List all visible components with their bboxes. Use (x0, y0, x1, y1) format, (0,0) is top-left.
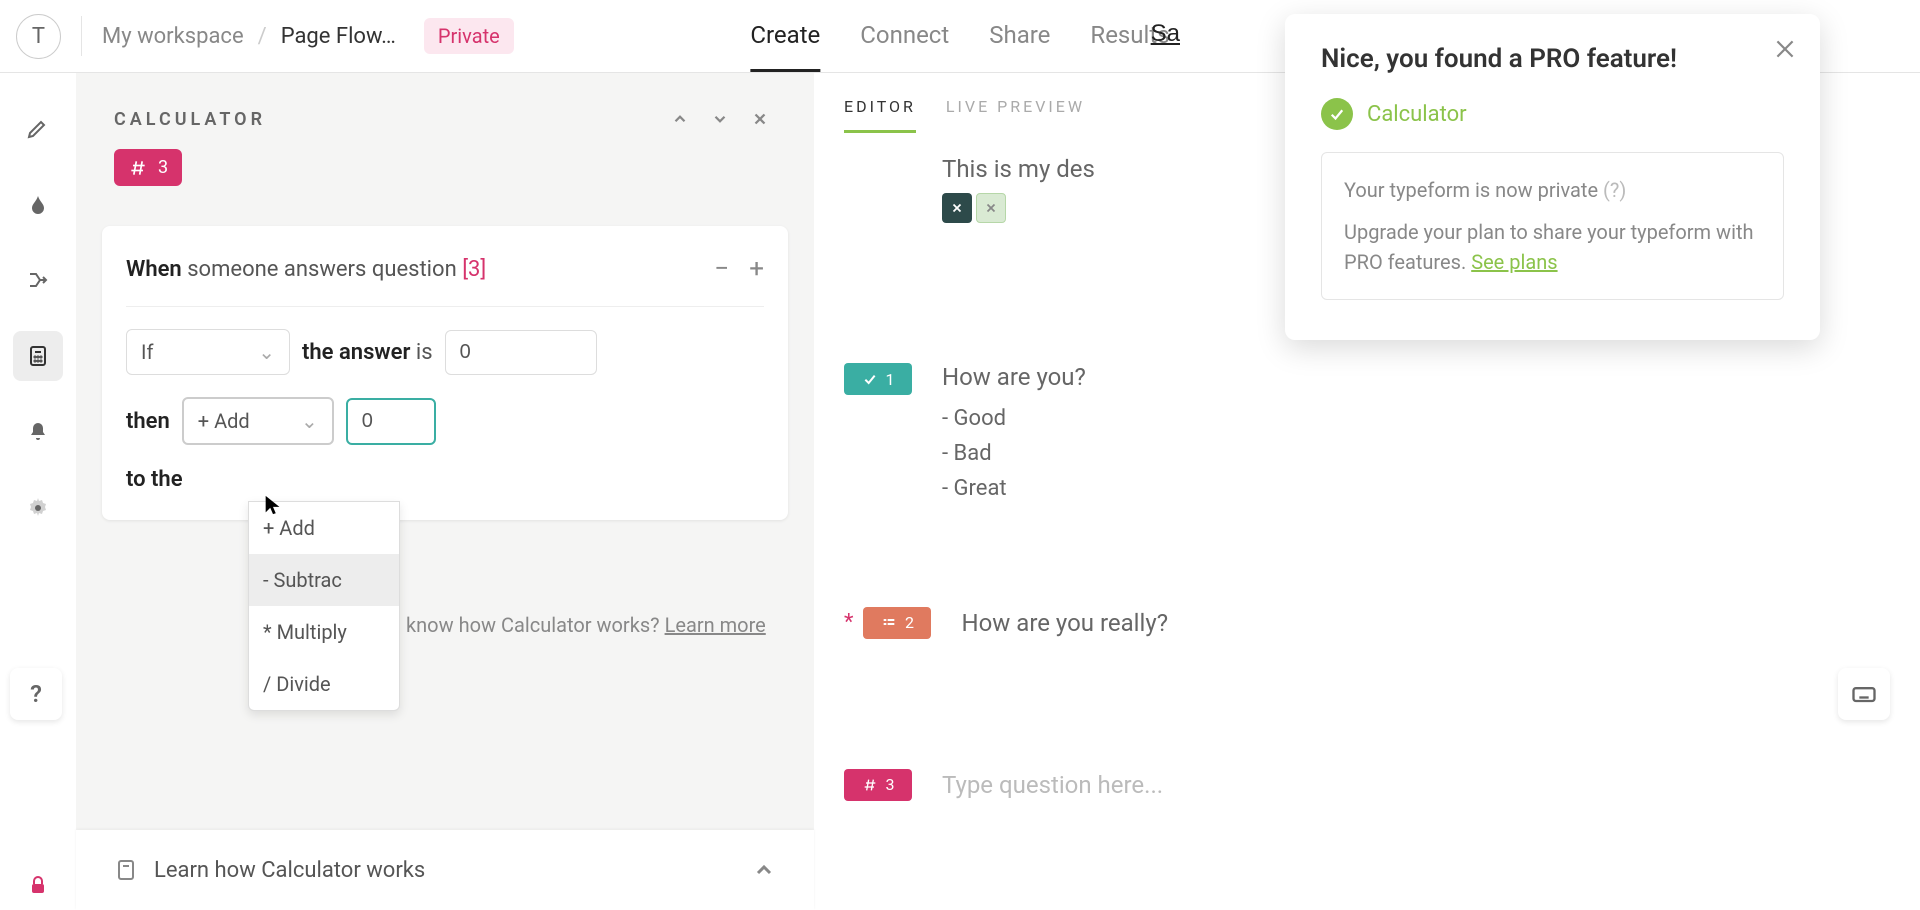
close-icon[interactable] (1772, 36, 1798, 66)
question-3-placeholder[interactable]: Type question here... (942, 771, 1890, 799)
question-badge-3[interactable]: 3 (844, 769, 912, 801)
help-bar[interactable]: Learn how Calculator works (76, 830, 814, 910)
dropdown-add[interactable]: + Add (249, 502, 399, 554)
nav-lock-icon[interactable] (13, 860, 63, 910)
chip-add-icon[interactable] (976, 193, 1006, 223)
learn-more-text: know how Calculator works? Learn more (406, 613, 766, 637)
answer-value-input[interactable] (445, 330, 597, 375)
question-badge-1[interactable]: 1 (844, 363, 912, 395)
workspace-link[interactable]: My workspace (102, 24, 244, 49)
then-label: then (126, 409, 170, 434)
operation-dropdown: + Add - Subtrac * Multiply / Divide (248, 501, 400, 711)
see-plans-link[interactable]: See plans (1471, 250, 1557, 274)
help-bar-label: Learn how Calculator works (154, 858, 425, 883)
close-panel-icon[interactable] (744, 103, 776, 135)
move-down-icon[interactable] (704, 103, 736, 135)
question-1-title[interactable]: How are you? (942, 363, 1890, 391)
calc-question-badge[interactable]: 3 (114, 149, 182, 186)
operation-value-input[interactable] (346, 398, 436, 445)
breadcrumb: My workspace / Page Flow… Private (102, 18, 514, 54)
tab-editor[interactable]: EDITOR (844, 97, 916, 133)
avatar[interactable]: T (16, 14, 61, 59)
rule-when-text: When someone answers question [3] (126, 257, 486, 282)
chevron-down-icon: ⌄ (301, 409, 318, 433)
question-2-title[interactable]: How are you really? (961, 609, 1890, 637)
divider (81, 16, 82, 56)
operation-select[interactable]: + Add ⌄ (182, 397, 334, 445)
question-1-options[interactable]: - Good - Bad - Great (942, 401, 1890, 507)
check-icon (1321, 98, 1353, 130)
help-button[interactable]: ? (10, 668, 62, 720)
rule-card: When someone answers question [3] − + If… (102, 226, 788, 520)
dropdown-multiply[interactable]: * Multiply (249, 606, 399, 658)
learn-more-link[interactable]: Learn more (665, 613, 766, 637)
popup-info: Your typeform is now private (?) Upgrade… (1321, 152, 1784, 300)
tab-create[interactable]: Create (750, 0, 820, 72)
chevron-down-icon: ⌄ (258, 340, 275, 364)
badge-number: 3 (158, 157, 168, 178)
tab-share[interactable]: Share (989, 0, 1050, 72)
popup-title: Nice, you found a PRO feature! (1321, 44, 1784, 74)
calculator-title: CALCULATOR (114, 109, 266, 130)
if-select[interactable]: If ⌄ (126, 329, 290, 375)
check-icon (862, 371, 878, 387)
breadcrumb-sep: / (258, 24, 267, 49)
nav-logic-icon[interactable] (13, 255, 63, 305)
question-badge-2[interactable]: 2 (863, 607, 931, 639)
list-icon (881, 615, 897, 631)
chevron-up-icon (752, 858, 776, 882)
nav-notifications-icon[interactable] (13, 407, 63, 457)
nav-settings-icon[interactable] (13, 483, 63, 533)
dropdown-subtract[interactable]: - Subtrac (249, 554, 399, 606)
add-rule-button[interactable]: + (749, 254, 764, 284)
tab-live-preview[interactable]: LIVE PREVIEW (946, 97, 1085, 133)
nav-edit-icon[interactable] (13, 103, 63, 153)
hash-icon (862, 777, 878, 793)
to-the-label: to the (126, 467, 183, 492)
keyboard-button[interactable] (1838, 668, 1890, 720)
the-answer-label: the answer is (302, 340, 433, 365)
pro-feature-popup: Nice, you found a PRO feature! Calculato… (1285, 14, 1820, 340)
chip-remove-icon[interactable] (942, 193, 972, 223)
dropdown-divide[interactable]: / Divide (249, 658, 399, 710)
move-up-icon[interactable] (664, 103, 696, 135)
required-star: * (844, 610, 853, 635)
project-name[interactable]: Page Flow… (281, 24, 396, 49)
nav-calculator-icon[interactable] (13, 331, 63, 381)
tab-connect[interactable]: Connect (860, 0, 949, 72)
help-hint[interactable]: (?) (1603, 178, 1626, 202)
nav-design-icon[interactable] (13, 179, 63, 229)
remove-rule-button[interactable]: − (714, 254, 729, 284)
hash-icon (128, 158, 148, 178)
private-badge: Private (424, 18, 514, 54)
popup-feature-name: Calculator (1367, 102, 1467, 127)
calculator-icon (114, 858, 138, 882)
save-button[interactable]: Sa (1151, 20, 1180, 48)
